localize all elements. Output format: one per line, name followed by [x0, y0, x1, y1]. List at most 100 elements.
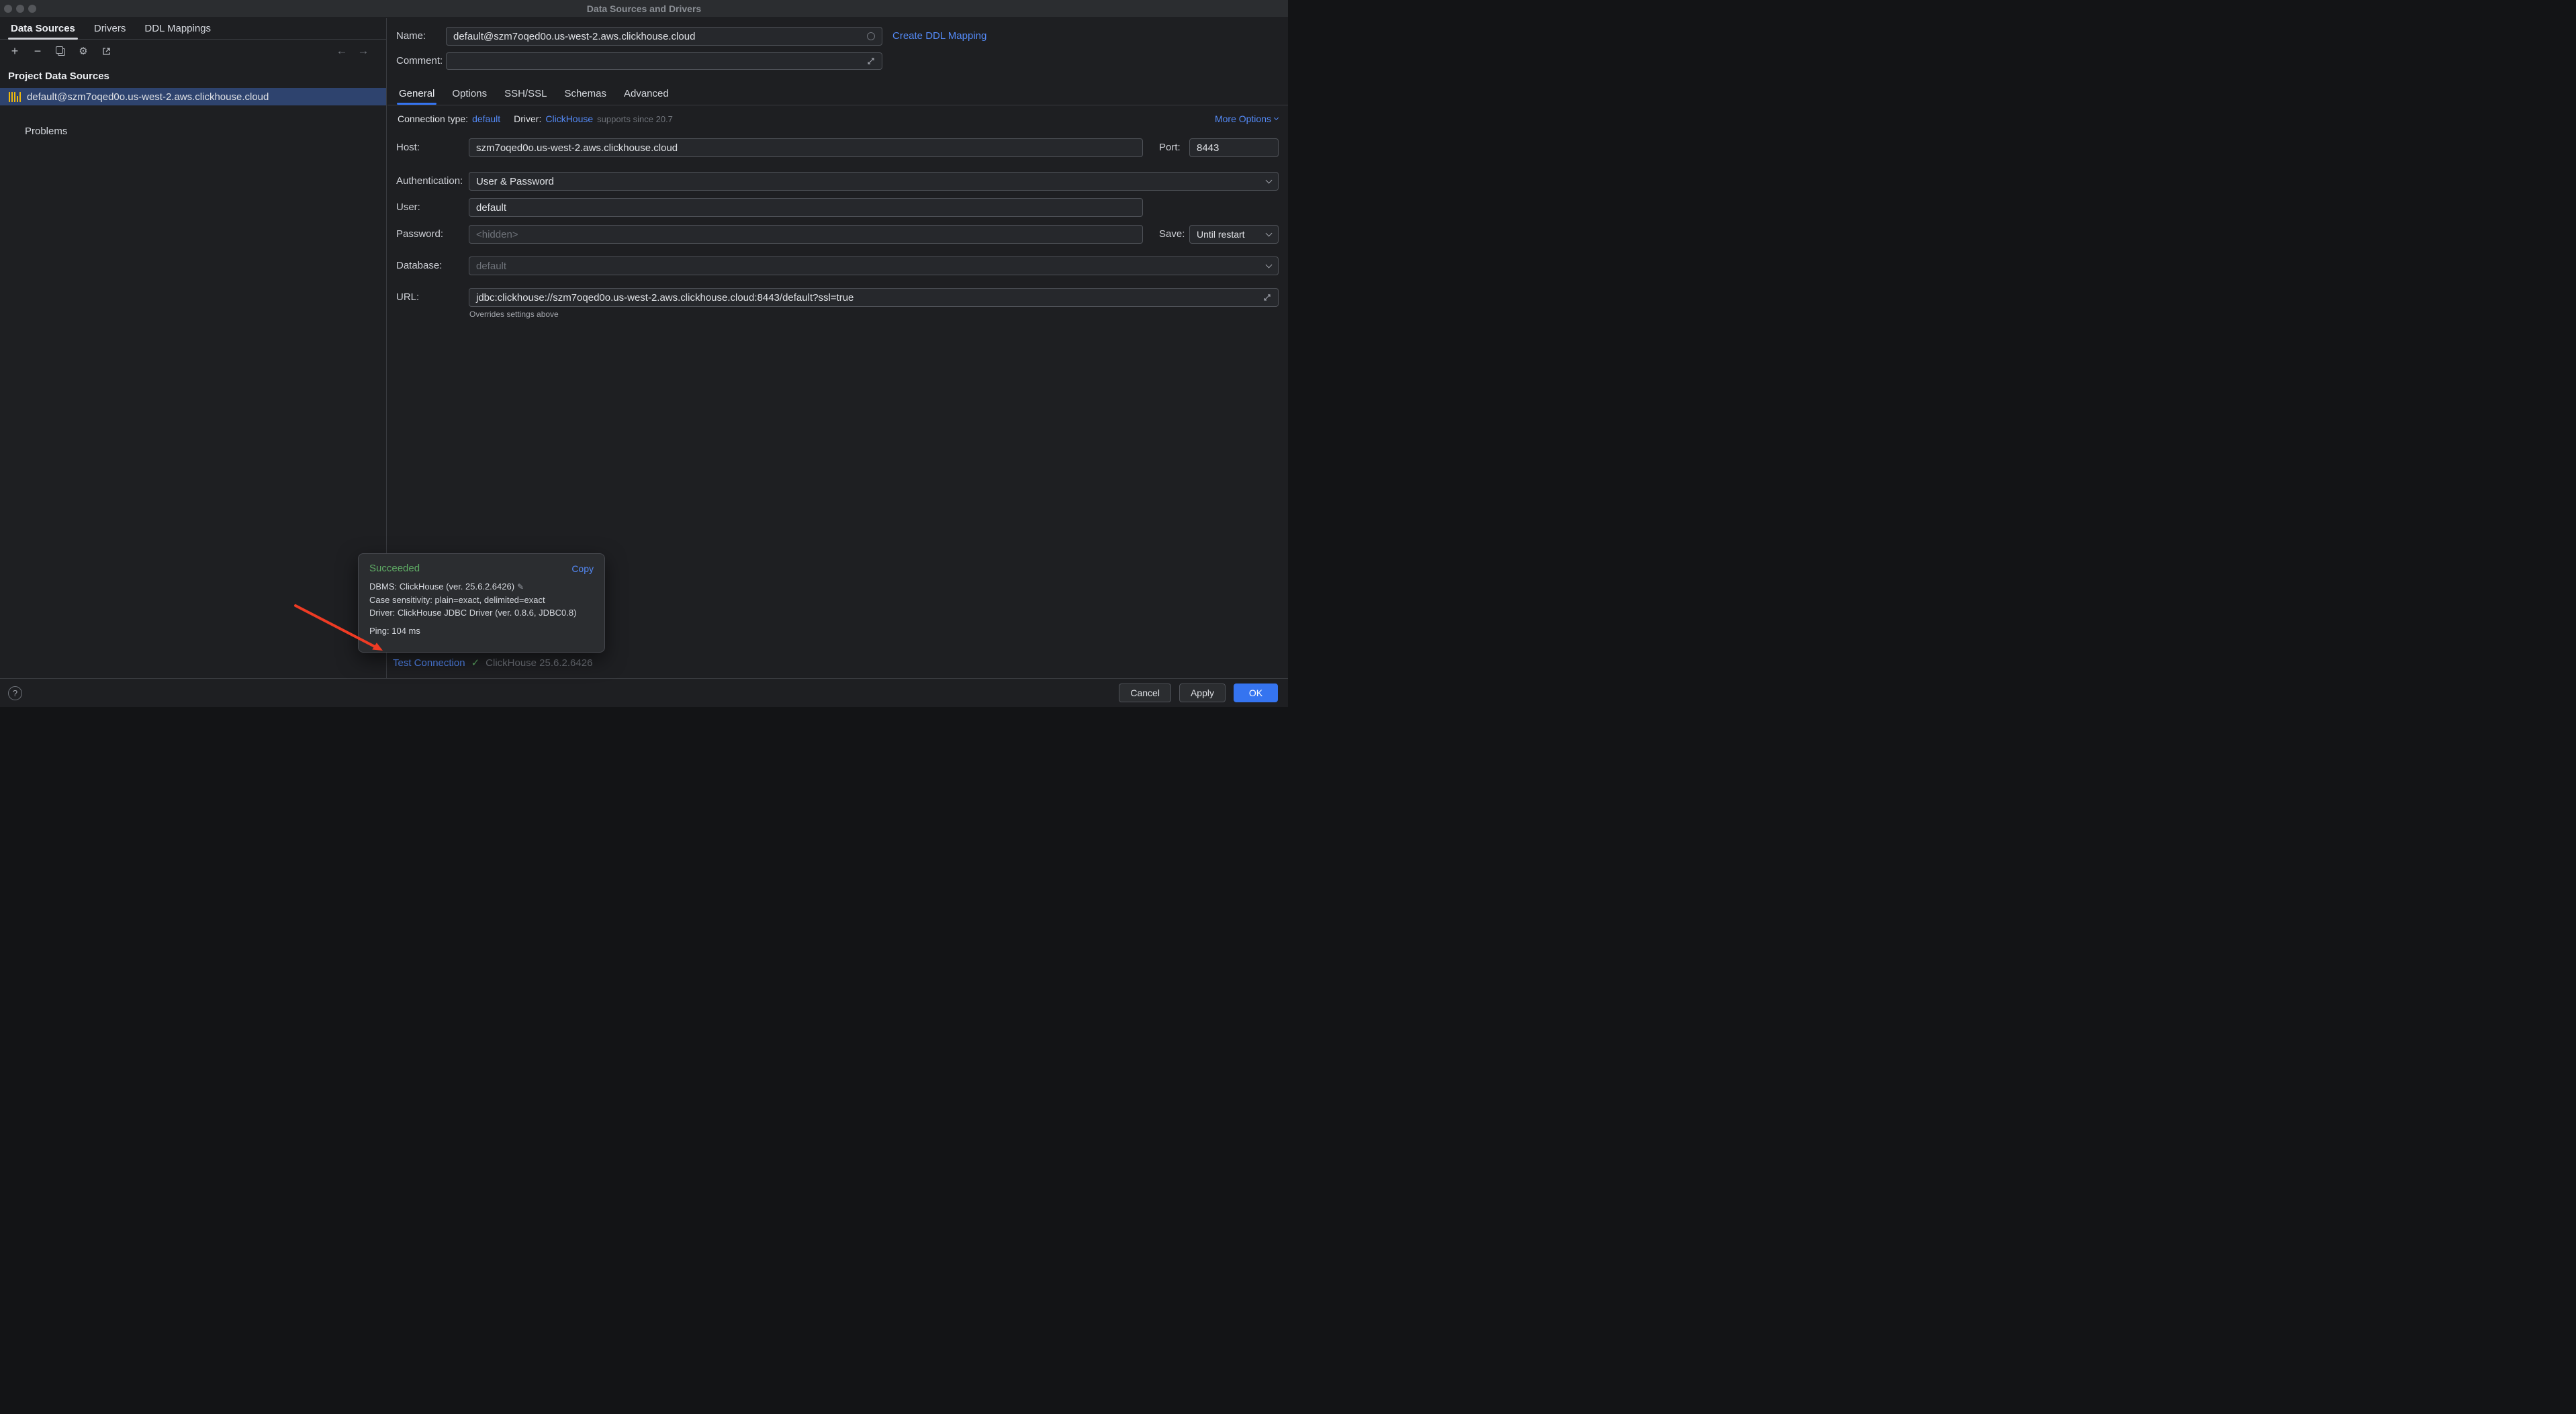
add-button[interactable]: + [7, 43, 23, 59]
left-panel: Data Sources Drivers DDL Mappings + − ⚙ … [0, 18, 387, 678]
clickhouse-icon [9, 92, 21, 102]
footer-bar: ? Cancel Apply OK [0, 678, 1288, 707]
window-title: Data Sources and Drivers [0, 0, 1288, 18]
expand-icon[interactable] [1263, 293, 1271, 301]
name-label: Name: [396, 27, 426, 46]
gear-icon: ⚙ [79, 45, 87, 57]
tab-advanced[interactable]: Advanced [615, 83, 678, 105]
popup-details: DBMS: ClickHouse (ver. 25.6.2.6426)✎ Cas… [369, 580, 594, 619]
authentication-value: User & Password [476, 176, 554, 187]
name-value: default@szm7oqed0o.us-west-2.aws.clickho… [453, 31, 695, 42]
authentication-label: Authentication: [396, 172, 463, 191]
dialog-buttons: Cancel Apply OK [1119, 684, 1288, 702]
chevron-down-icon [1266, 177, 1273, 184]
name-input[interactable]: default@szm7oqed0o.us-west-2.aws.clickho… [446, 27, 882, 46]
password-input[interactable]: <hidden> [469, 225, 1143, 244]
url-input[interactable]: jdbc:clickhouse://szm7oqed0o.us-west-2.a… [469, 288, 1279, 307]
minus-icon: − [34, 44, 42, 58]
back-icon: ← [336, 44, 348, 58]
open-in-new-icon [101, 46, 111, 56]
port-value: 8443 [1197, 142, 1219, 154]
problems-section[interactable]: Problems [0, 126, 386, 137]
user-label: User: [396, 198, 420, 217]
save-value: Until restart [1197, 229, 1245, 240]
plus-icon: + [11, 44, 19, 58]
datasource-item-label: default@szm7oqed0o.us-west-2.aws.clickho… [27, 91, 269, 103]
save-label: Save: [1159, 225, 1185, 244]
port-label: Port: [1159, 138, 1181, 157]
more-options-label: More Options [1215, 113, 1271, 124]
left-tab-bar: Data Sources Drivers DDL Mappings [0, 18, 386, 40]
tab-ssh-ssl[interactable]: SSH/SSL [496, 83, 555, 105]
tab-options[interactable]: Options [443, 83, 496, 105]
tab-data-sources[interactable]: Data Sources [1, 18, 85, 39]
connection-type-row: Connection type: default Driver: ClickHo… [398, 112, 673, 126]
question-icon: ? [13, 688, 17, 698]
tab-schemas[interactable]: Schemas [555, 83, 615, 105]
copy-icon [56, 46, 65, 56]
settings-tab-bar: General Options SSH/SSL Schemas Advanced [390, 83, 678, 105]
save-select[interactable]: Until restart [1189, 225, 1279, 244]
edit-icon[interactable]: ✎ [517, 582, 524, 592]
expand-icon[interactable] [867, 57, 875, 65]
driver-note: supports since 20.7 [597, 114, 673, 124]
test-connection-popup: Succeeded Copy DBMS: ClickHouse (ver. 25… [358, 553, 605, 653]
user-value: default [476, 202, 506, 214]
tab-label: Advanced [624, 88, 669, 99]
duplicate-button[interactable] [52, 43, 68, 59]
driver-link[interactable]: ClickHouse [545, 113, 593, 124]
cancel-button[interactable]: Cancel [1119, 684, 1171, 702]
driver-label: Driver: [514, 113, 541, 124]
create-ddl-mapping-link[interactable]: Create DDL Mapping [892, 27, 986, 46]
titlebar: Data Sources and Drivers [0, 0, 1288, 18]
tab-label: Data Sources [11, 23, 75, 34]
host-input[interactable]: szm7oqed0o.us-west-2.aws.clickhouse.clou… [469, 138, 1143, 157]
test-connection-link[interactable]: Test Connection [393, 657, 465, 669]
test-connection-row: Test Connection ✓ ClickHouse 25.6.2.6426 [393, 655, 592, 671]
forward-icon: → [358, 44, 369, 58]
tab-label: Options [452, 88, 487, 99]
database-select[interactable]: default [469, 256, 1279, 275]
help-button[interactable]: ? [8, 686, 22, 700]
database-label: Database: [396, 256, 442, 275]
datasource-item[interactable]: default@szm7oqed0o.us-west-2.aws.clickho… [0, 88, 386, 105]
url-note: Overrides settings above [469, 310, 559, 319]
url-label: URL: [396, 288, 419, 307]
forward-button[interactable]: → [355, 43, 371, 59]
authentication-select[interactable]: User & Password [469, 172, 1279, 191]
database-value: default [476, 261, 506, 272]
nav-arrows: ← → [334, 43, 379, 59]
tab-general[interactable]: General [390, 83, 443, 105]
remove-button[interactable]: − [30, 43, 46, 59]
section-title: Project Data Sources [0, 62, 386, 88]
settings-button[interactable]: ⚙ [75, 43, 91, 59]
port-input[interactable]: 8443 [1189, 138, 1279, 157]
server-version: ClickHouse 25.6.2.6426 [486, 657, 592, 669]
connection-type-link[interactable]: default [472, 113, 500, 124]
more-options-link[interactable]: More Options [1215, 112, 1278, 126]
chevron-down-icon [1266, 230, 1273, 237]
user-input[interactable]: default [469, 198, 1143, 217]
zoom-button[interactable] [28, 5, 36, 13]
tab-label: Schemas [564, 88, 606, 99]
url-value: jdbc:clickhouse://szm7oqed0o.us-west-2.a… [476, 292, 854, 303]
progress-ring-icon [867, 32, 875, 40]
popup-header: Succeeded Copy [369, 563, 594, 574]
comment-input[interactable] [446, 52, 882, 70]
comment-label: Comment: [396, 52, 443, 70]
dbms-line: DBMS: ClickHouse (ver. 25.6.2.6426)✎ [369, 580, 594, 594]
tab-drivers[interactable]: Drivers [85, 18, 136, 39]
tab-label: DDL Mappings [144, 23, 211, 34]
ok-button[interactable]: OK [1234, 684, 1278, 702]
close-button[interactable] [4, 5, 12, 13]
tab-ddl-mappings[interactable]: DDL Mappings [135, 18, 220, 39]
apply-button[interactable]: Apply [1179, 684, 1226, 702]
minimize-button[interactable] [16, 5, 24, 13]
case-sensitivity-line: Case sensitivity: plain=exact, delimited… [369, 594, 594, 606]
status-text: Succeeded [369, 563, 420, 574]
chevron-down-icon [1266, 262, 1273, 269]
copy-link[interactable]: Copy [571, 563, 594, 574]
host-value: szm7oqed0o.us-west-2.aws.clickhouse.clou… [476, 142, 678, 154]
open-in-new-button[interactable] [98, 43, 114, 59]
back-button[interactable]: ← [334, 43, 350, 59]
